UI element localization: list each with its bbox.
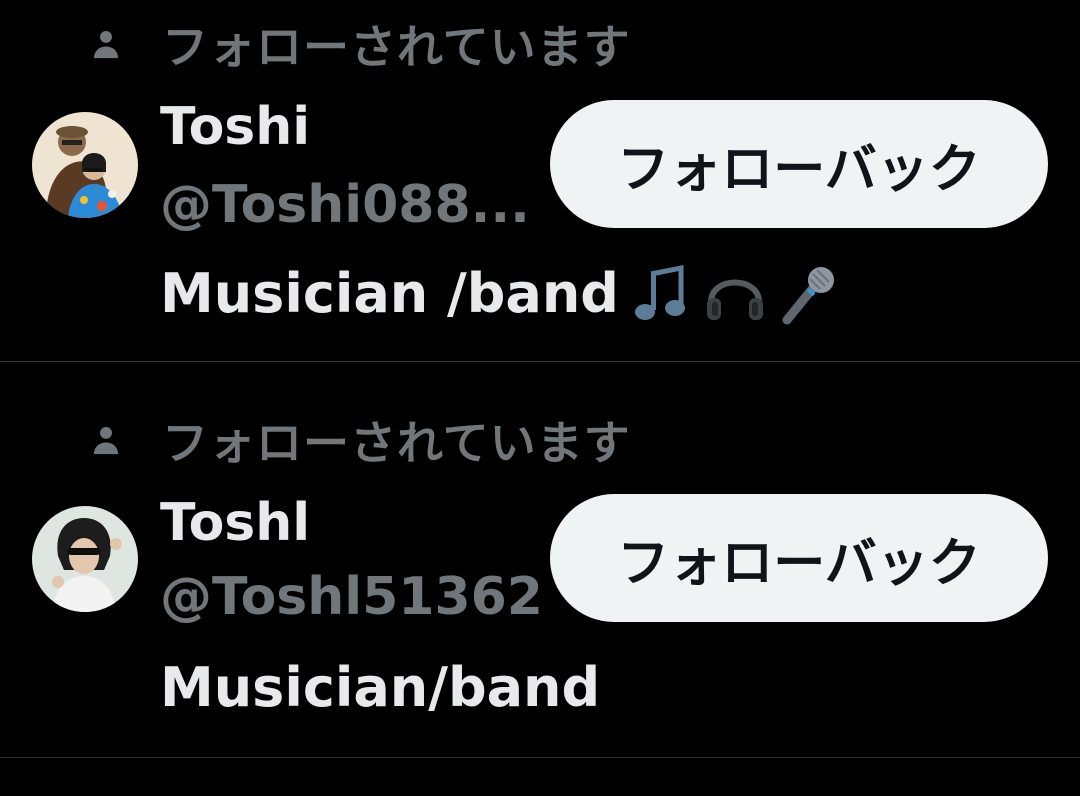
- user-bio: Musician/band: [160, 652, 600, 724]
- headphones-icon: [703, 262, 767, 326]
- person-icon: [86, 24, 126, 64]
- display-name: Toshi: [160, 97, 311, 157]
- person-icon: [86, 420, 126, 460]
- context-label: フォローされています: [162, 20, 631, 74]
- user-cell[interactable]: フォローされています Toshi @Toshi088... フォローバック Mu…: [0, 0, 1080, 362]
- bio-text: Musician /band: [160, 262, 619, 325]
- follow-back-button[interactable]: フォローバック: [550, 494, 1048, 622]
- user-handle: @Toshi088...: [160, 175, 530, 235]
- followed-you-context: フォローされています: [86, 410, 631, 470]
- musical-notes-icon: [629, 262, 693, 326]
- bio-text: Musician/band: [160, 656, 601, 719]
- context-label: フォローされています: [162, 416, 631, 470]
- user-bio: Musician /band: [160, 258, 841, 330]
- display-name: Toshl: [160, 493, 311, 553]
- follower-list: フォローされています Toshi @Toshi088... フォローバック Mu…: [0, 0, 1080, 796]
- follow-back-button[interactable]: フォローバック: [550, 100, 1048, 228]
- followed-you-context: フォローされています: [86, 14, 631, 74]
- microphone-icon: [777, 262, 841, 326]
- avatar[interactable]: [32, 112, 138, 218]
- user-cell[interactable]: フォローされています Toshl @Toshl51362 フォローバック Mus…: [0, 362, 1080, 758]
- user-handle: @Toshl51362: [160, 567, 540, 627]
- avatar[interactable]: [32, 506, 138, 612]
